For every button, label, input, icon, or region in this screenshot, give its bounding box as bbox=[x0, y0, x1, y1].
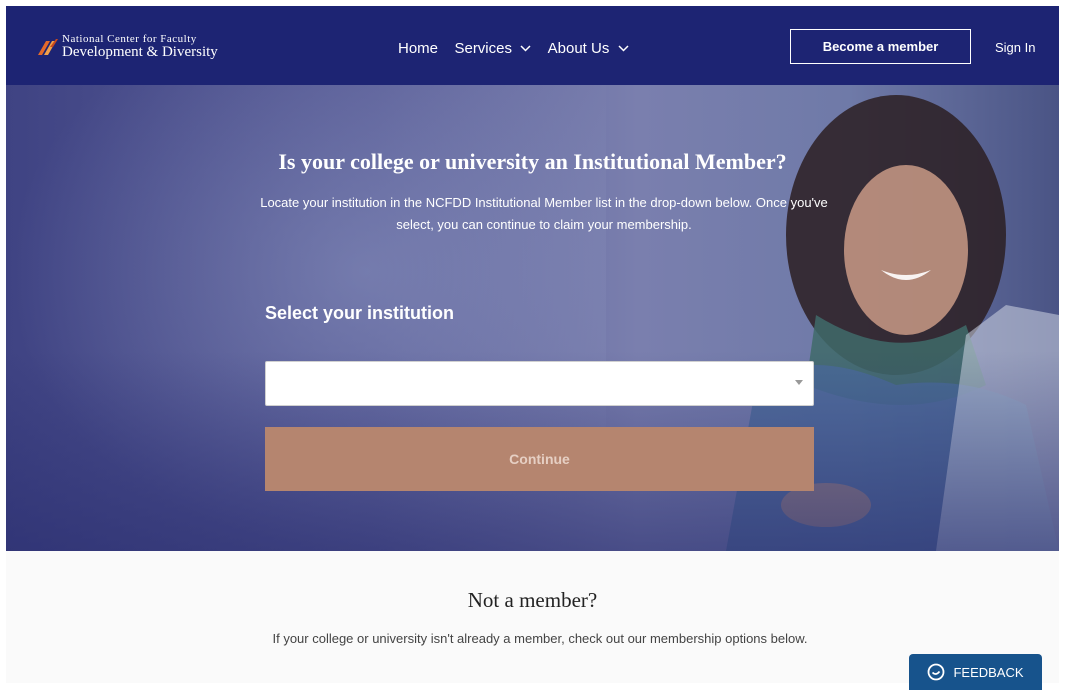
nav-services-label: Services bbox=[454, 40, 512, 57]
become-member-button[interactable]: Become a member bbox=[790, 29, 971, 64]
main-nav: Home Services About Us bbox=[398, 40, 641, 60]
feedback-label: FEEDBACK bbox=[953, 664, 1024, 680]
chevron-down-icon bbox=[617, 45, 629, 52]
continue-button[interactable]: Continue bbox=[265, 427, 814, 491]
nav-about-us[interactable]: About Us bbox=[548, 40, 629, 57]
feedback-button[interactable]: FEEDBACK bbox=[909, 654, 1042, 690]
not-member-title: Not a member? bbox=[467, 588, 598, 612]
hero-section: Is your college or university an Institu… bbox=[6, 85, 1059, 551]
select-institution-label: Select your institution bbox=[265, 303, 455, 323]
logo-text-line2: Development & Diversity bbox=[62, 44, 218, 60]
institution-select[interactable] bbox=[265, 361, 814, 406]
not-member-text: If your college or university isn't alre… bbox=[272, 631, 808, 646]
site-header: National Center for Faculty Development … bbox=[6, 6, 1059, 85]
ncfdd-logo[interactable]: National Center for Faculty Development … bbox=[36, 33, 236, 63]
nav-about-us-label: About Us bbox=[547, 40, 610, 57]
hero-title: Is your college or university an Institu… bbox=[278, 149, 787, 174]
check-circle-icon bbox=[928, 663, 945, 681]
nav-home-label: Home bbox=[398, 40, 439, 57]
nav-services[interactable]: Services bbox=[454, 40, 531, 57]
not-member-section bbox=[6, 551, 1059, 683]
logo-flame-icon bbox=[38, 39, 58, 55]
dropdown-arrow-icon bbox=[795, 380, 803, 385]
nav-home[interactable]: Home bbox=[398, 40, 438, 57]
sign-in-link[interactable]: Sign In bbox=[995, 40, 1035, 55]
chevron-down-icon bbox=[520, 45, 531, 52]
hero-description: Locate your institution in the NCFDD Ins… bbox=[260, 195, 828, 232]
